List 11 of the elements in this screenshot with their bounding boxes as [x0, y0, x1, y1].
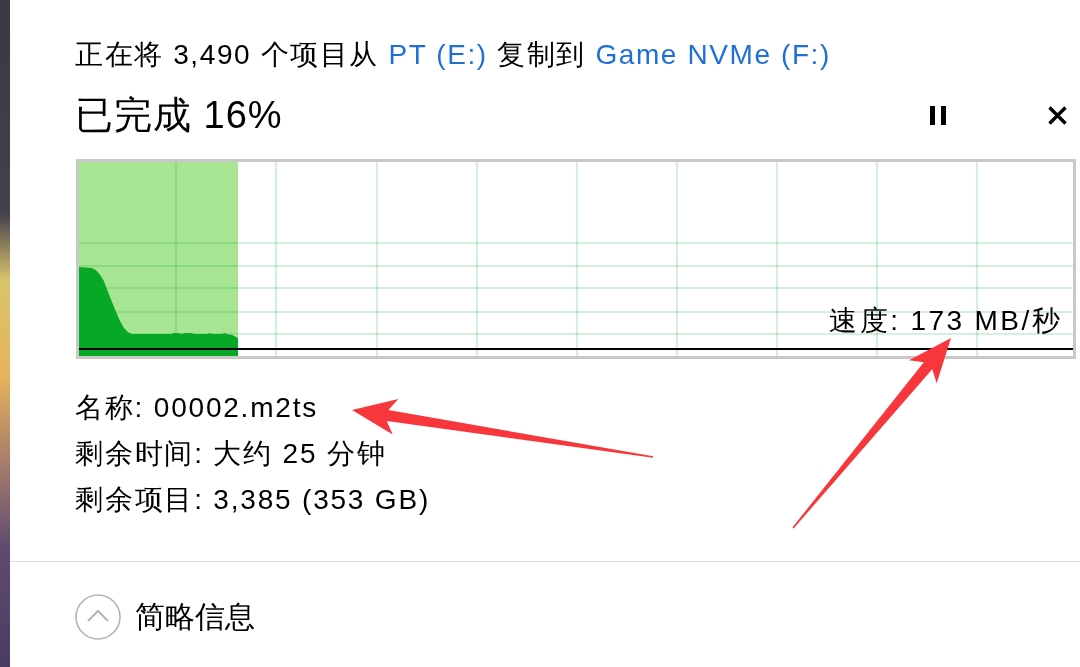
detail-line: 剩余项目: 3,385 (353 GB)	[75, 483, 430, 517]
detail-line: 名称: 00002.m2ts	[75, 391, 319, 425]
detail-line: 剩余时间: 大约 25 分钟	[75, 437, 387, 471]
drive-link[interactable]: PT (E:)	[388, 39, 488, 70]
close-icon	[1047, 105, 1067, 125]
speed-reading: 速度: 173 MB/秒	[829, 305, 1062, 337]
drive-link[interactable]: Game NVMe (F:)	[595, 39, 831, 70]
copy-summary: 正在将 3,490 个项目从 PT (E:) 复制到 Game NVMe (F:)	[75, 39, 831, 71]
progress-status: 已完成 16%	[75, 95, 283, 135]
pause-icon	[930, 105, 946, 125]
details-toggle[interactable]: 简略信息	[75, 594, 255, 640]
